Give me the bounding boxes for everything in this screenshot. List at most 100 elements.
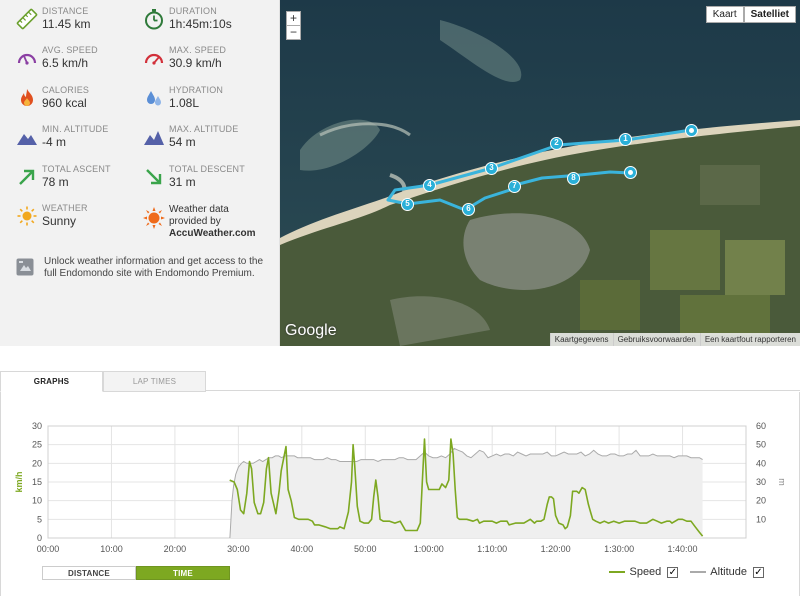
y-axis-title-right: m: [777, 478, 787, 486]
route-start-marker[interactable]: [685, 124, 698, 137]
stat-label: TOTAL DESCENT: [169, 164, 245, 174]
tab-lap-times[interactable]: LAP TIMES: [103, 371, 206, 392]
y-tick-label-left: 30: [32, 421, 42, 431]
stat-total-ascent: TOTAL ASCENT 78 m: [0, 158, 138, 194]
map-footer: Kaartgegevens Gebruiksvoorwaarden Een ka…: [549, 333, 800, 346]
altitude-legend-label: Altitude: [710, 566, 747, 578]
stat-duration: DURATION 1h:45m:10s: [127, 0, 265, 36]
mode-time-button[interactable]: TIME: [136, 566, 230, 580]
stat-weather: WEATHER Sunny: [0, 197, 138, 233]
map-type-switch: Kaart Satelliet: [705, 6, 796, 23]
stat-min-altitude: MIN. ALTITUDE -4 m: [0, 118, 138, 154]
y-tick-label-right: 60: [756, 421, 766, 431]
x-axis: 00:00 10:00 20:00 30:00 40:00 50:00 1:00:00 1:1…: [37, 544, 698, 554]
x-tick-label: 20:00: [164, 544, 187, 554]
stat-value: 30.9 km/h: [169, 56, 222, 70]
y-tick-label-right: 40: [756, 458, 766, 468]
altitude-area: [229, 448, 703, 538]
mountain-icon: [17, 134, 37, 145]
water-drops-icon: [147, 91, 161, 106]
y-tick-label-left: 5: [37, 514, 42, 524]
y-tick-label-right: 20: [756, 496, 766, 506]
stat-value: Sunny: [42, 214, 77, 228]
stat-hydration: HYDRATION 1.08L: [127, 79, 265, 115]
weather-credit: Weather data provided by AccuWeather.com: [127, 197, 265, 243]
stat-calories: CALORIES 960 kcal: [0, 79, 138, 115]
x-tick-label: 1:40:00: [668, 544, 698, 554]
map-type-satelliet-button[interactable]: Satelliet: [743, 6, 796, 23]
terms-of-use-link[interactable]: Gebruiksvoorwaarden: [612, 333, 700, 346]
map-type-kaart-button[interactable]: Kaart: [705, 6, 744, 23]
waypoint-marker[interactable]: 7: [508, 180, 521, 193]
satellite-imagery: [280, 0, 800, 346]
graph-mode-toggle: DISTANCE TIME: [42, 566, 230, 580]
x-tick-label: 1:10:00: [477, 544, 507, 554]
arrow-down-right-icon: [146, 169, 162, 185]
speed-legend-swatch: [609, 571, 626, 573]
mode-distance-button[interactable]: DISTANCE: [42, 566, 136, 580]
accuweather-link[interactable]: AccuWeather.com: [169, 228, 256, 239]
waypoint-marker[interactable]: 2: [550, 137, 563, 150]
stat-value: 31 m: [169, 175, 196, 189]
sun-badge-icon: [143, 207, 165, 229]
zoom-out-button[interactable]: −: [286, 25, 301, 40]
waypoint-marker[interactable]: 3: [485, 162, 498, 175]
weather-credit-line1: Weather data: [169, 204, 229, 215]
stat-max-speed: MAX. SPEED 30.9 km/h: [127, 39, 265, 75]
y-tick-label-left: 0: [37, 533, 42, 543]
stat-label: MAX. SPEED: [169, 45, 227, 55]
altitude-toggle-checkbox[interactable]: ✓: [753, 566, 764, 578]
waypoint-marker[interactable]: 6: [462, 203, 475, 216]
stat-label: MIN. ALTITUDE: [42, 124, 109, 134]
x-tick-label: 40:00: [291, 544, 314, 554]
stat-avg-speed: AVG. SPEED 6.5 km/h: [0, 39, 138, 75]
stat-value: 78 m: [42, 175, 69, 189]
y-tick-label-right: 50: [756, 440, 766, 450]
stopwatch-icon: [145, 9, 163, 30]
zoom-in-button[interactable]: +: [286, 11, 301, 26]
stat-distance: DISTANCE 11.45 km: [0, 0, 138, 36]
x-tick-label: 00:00: [37, 544, 60, 554]
stat-value: 6.5 km/h: [42, 56, 89, 70]
weather-credit-line2: provided by: [169, 216, 221, 227]
map-data-link[interactable]: Kaartgegevens: [549, 333, 613, 346]
y-tick-label-left: 15: [32, 477, 42, 487]
x-tick-label: 30:00: [227, 544, 250, 554]
waypoint-marker[interactable]: 5: [401, 198, 414, 211]
y-tick-label-left: 20: [32, 458, 42, 468]
route-end-marker[interactable]: [624, 166, 637, 179]
stat-label: AVG. SPEED: [42, 45, 98, 55]
waypoint-marker[interactable]: 1: [619, 133, 632, 146]
stat-value: 960 kcal: [42, 96, 87, 110]
flame-icon: [21, 89, 33, 106]
stat-label: DURATION: [169, 6, 217, 16]
stat-label: HYDRATION: [169, 85, 224, 95]
chart-legend: Speed ✓ Altitude ✓: [609, 566, 764, 578]
workout-page: DISTANCE 11.45 km DURATION 1h:45m:10s AV…: [0, 0, 800, 596]
route-map[interactable]: + − Kaart Satelliet 1 2 3 4 5 6 7 8 Goog…: [280, 0, 800, 346]
y-tick-label-left: 10: [32, 496, 42, 506]
tab-graphs[interactable]: GRAPHS: [0, 371, 103, 392]
x-tick-label: 1:30:00: [604, 544, 634, 554]
speedometer-icon: [17, 53, 37, 65]
stat-total-descent: TOTAL DESCENT 31 m: [127, 158, 265, 194]
waypoint-marker[interactable]: 4: [423, 179, 436, 192]
y-tick-label-left: 25: [32, 440, 42, 450]
stat-label: MAX. ALTITUDE: [169, 124, 239, 134]
stat-value: 11.45 km: [42, 17, 91, 31]
premium-icon: [16, 258, 34, 276]
speed-legend-label: Speed: [629, 566, 662, 578]
stat-label: CALORIES: [42, 85, 90, 95]
y-tick-label-right: 10: [756, 514, 766, 524]
x-tick-label: 1:20:00: [541, 544, 571, 554]
report-map-error-link[interactable]: Een kaartfout rapporteren: [699, 333, 800, 346]
x-tick-label: 10:00: [100, 544, 123, 554]
waypoint-marker[interactable]: 8: [567, 172, 580, 185]
stat-value: 54 m: [169, 135, 196, 149]
stats-panel: DISTANCE 11.45 km DURATION 1h:45m:10s AV…: [0, 0, 280, 346]
altitude-series: [229, 447, 703, 539]
speed-toggle-checkbox[interactable]: ✓: [667, 566, 679, 578]
stat-value: 1.08L: [169, 96, 200, 110]
premium-unlock-text: Unlock weather information and get acces…: [44, 256, 264, 279]
speed-altitude-chart: 0 5 10 15 20 25 30 10 20 30 40 50 60 00:00 10:00 20:0…: [14, 421, 787, 554]
